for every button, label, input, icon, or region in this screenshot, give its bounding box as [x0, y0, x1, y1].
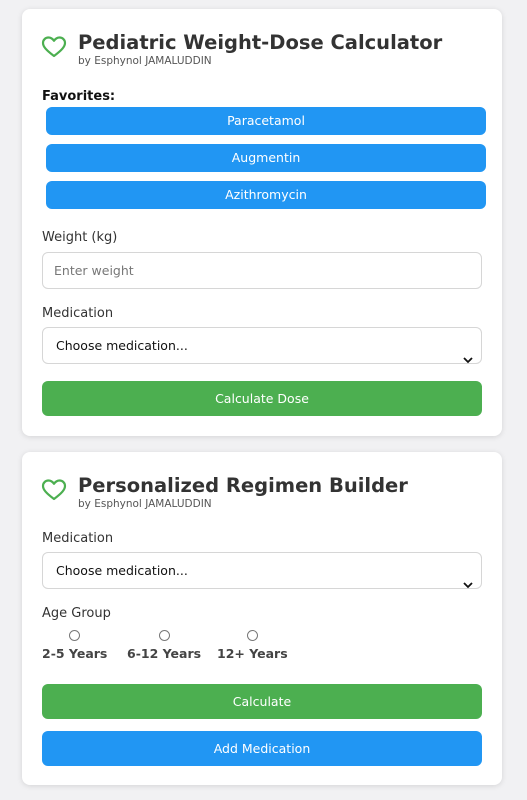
radio-button[interactable]: [246, 630, 258, 641]
calculate-dose-button[interactable]: Calculate Dose: [42, 381, 482, 416]
radio-label: 6-12 Years: [127, 646, 202, 661]
favorite-augmentin-button[interactable]: Augmentin: [46, 144, 486, 172]
calculate-button[interactable]: Calculate: [42, 684, 482, 719]
chevron-down-icon: [463, 567, 473, 589]
age-group-radio-group: 2-5 Years 6-12 Years 12+ Years: [42, 630, 482, 670]
age-group-option-2-5[interactable]: 2-5 Years: [42, 630, 107, 661]
author-byline: by Esphynol JAMALUDDIN: [78, 498, 212, 510]
weight-label: Weight (kg): [42, 230, 118, 245]
age-group-option-6-12[interactable]: 6-12 Years: [127, 630, 201, 661]
radio-label: 2-5 Years: [42, 646, 108, 661]
favorites-label: Favorites:: [42, 89, 116, 104]
medication-label: Medication: [42, 306, 114, 321]
medication-select[interactable]: Choose medication...: [42, 552, 482, 589]
medication-label: Medication: [42, 531, 114, 546]
medication-select-value: Choose medication...: [56, 563, 188, 578]
medication-select[interactable]: Choose medication...: [42, 327, 482, 364]
medication-select-value: Choose medication...: [56, 338, 188, 353]
regimen-builder-card: Personalized Regimen Builder by Esphynol…: [22, 452, 502, 785]
page-title: Personalized Regimen Builder: [78, 474, 408, 497]
favorite-paracetamol-button[interactable]: Paracetamol: [46, 107, 486, 135]
card-header: Pediatric Weight-Dose Calculator by Esph…: [41, 31, 481, 71]
age-group-option-12-plus[interactable]: 12+ Years: [217, 630, 288, 661]
chevron-down-icon: [463, 342, 473, 364]
heart-icon: [41, 478, 67, 502]
weight-dose-calculator-card: Pediatric Weight-Dose Calculator by Esph…: [22, 9, 502, 436]
author-byline: by Esphynol JAMALUDDIN: [78, 55, 212, 67]
heart-icon: [41, 35, 67, 59]
add-medication-button[interactable]: Add Medication: [42, 731, 482, 766]
weight-input[interactable]: [42, 252, 482, 289]
age-group-label: Age Group: [42, 606, 111, 621]
radio-button[interactable]: [158, 630, 170, 641]
radio-label: 12+ Years: [217, 646, 288, 661]
radio-button[interactable]: [69, 630, 81, 641]
favorite-azithromycin-button[interactable]: Azithromycin: [46, 181, 486, 209]
page-title: Pediatric Weight-Dose Calculator: [78, 31, 443, 54]
card-header: Personalized Regimen Builder by Esphynol…: [41, 474, 481, 514]
